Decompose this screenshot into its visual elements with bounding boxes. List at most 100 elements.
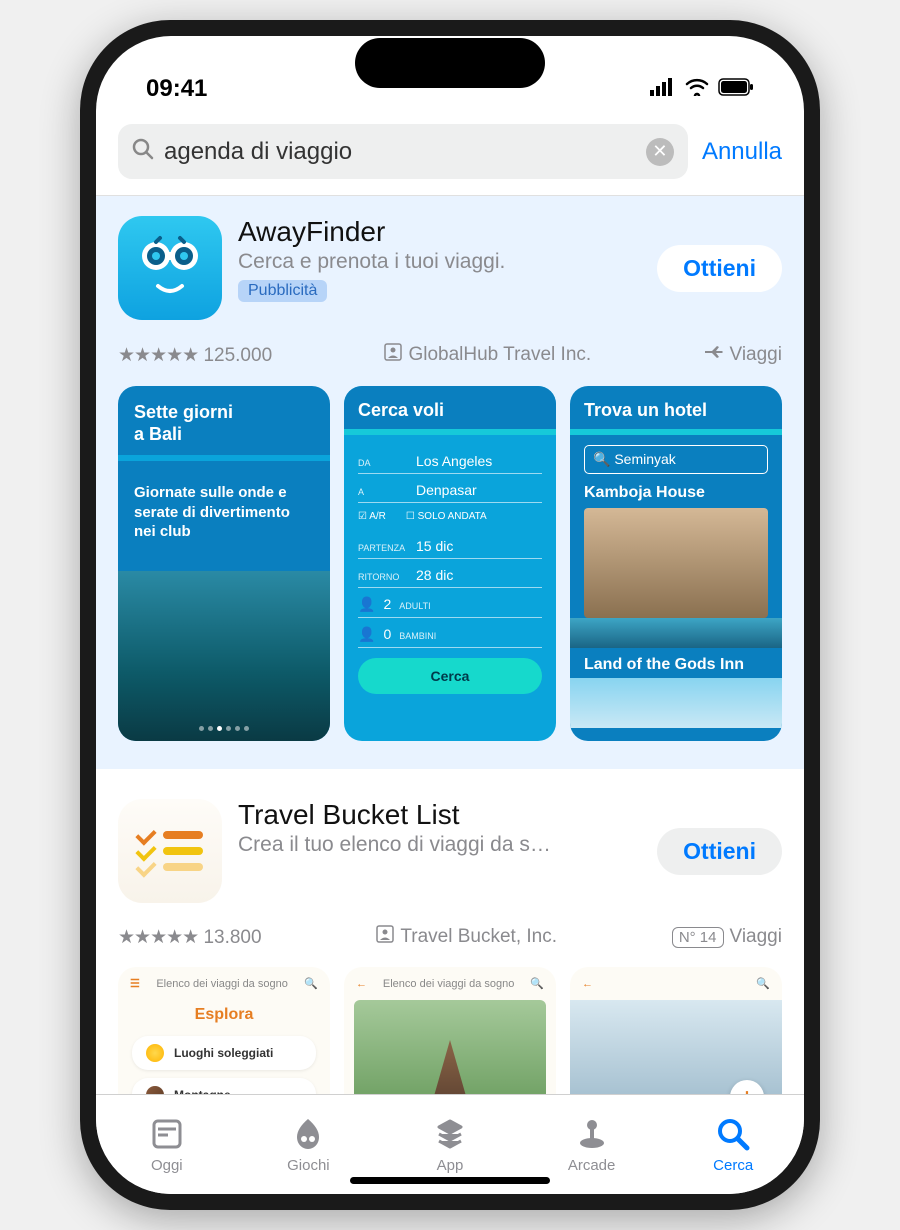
app-meta-2: Travel Bucket List Crea il tuo elenco di… (238, 799, 641, 857)
list-title: Elenco dei viaggi da sogno (156, 978, 287, 990)
list-title-2: Elenco dei viaggi da sogno (383, 978, 514, 990)
shot1-title-1: Sette giorni (134, 402, 233, 422)
screenshot-2-1[interactable]: ☰Elenco dei viaggi da sogno🔍 Esplora Luo… (118, 967, 330, 1094)
get-button-2[interactable]: Ottieni (657, 828, 782, 875)
shot3-header: Trova un hotel (570, 386, 782, 435)
search-icon: 🔍 (304, 977, 318, 990)
rating-count: 125.000 (203, 345, 272, 366)
phone-screen: 09:41 ✕ Annulla (96, 36, 804, 1194)
wifi-icon (684, 75, 710, 103)
kids-label: BAMBINI (399, 631, 436, 641)
status-icons (650, 75, 754, 103)
hotel-1-image (584, 508, 768, 618)
status-time: 09:41 (146, 75, 207, 103)
app-header-2: Travel Bucket List Crea il tuo elenco di… (118, 799, 782, 903)
app-meta-row-2: ★★★★★ 13.800 Travel Bucket, Inc. N° 14 V… (118, 925, 782, 949)
tab-label: Cerca (713, 1157, 753, 1174)
developer-name-2: Travel Bucket, Inc. (400, 926, 557, 948)
tab-today[interactable]: Oggi (96, 1095, 238, 1194)
developer-icon (384, 343, 402, 367)
results-content[interactable]: AwayFinder Cerca e prenota i tuoi viaggi… (96, 196, 804, 1094)
notch (355, 38, 545, 88)
from-label: DA (358, 458, 408, 468)
menu-icon: ☰ (130, 977, 140, 990)
search-icon (132, 138, 154, 165)
battery-icon (718, 75, 754, 103)
screenshot-2-2[interactable]: ←Elenco dei viaggi da sogno🔍 Hangzhou, C… (344, 967, 556, 1094)
hotel-2-image (570, 678, 782, 728)
developer-block-2: Travel Bucket, Inc. (376, 925, 557, 949)
app-icon-awayfinder[interactable] (118, 216, 222, 320)
shot1-desc: Giornate sulle onde e serate di divertim… (134, 483, 314, 542)
developer-block: GlobalHub Travel Inc. (384, 343, 591, 367)
star-icon: ★★★★★ (118, 927, 198, 948)
app-name-2: Travel Bucket List (238, 799, 641, 831)
ad-badge: Pubblicità (238, 280, 327, 302)
app-meta: AwayFinder Cerca e prenota i tuoi viaggi… (238, 216, 641, 302)
search-icon: 🔍 (530, 977, 544, 990)
oneway-check: ☐ SOLO ANDATA (406, 511, 487, 522)
clear-search-button[interactable]: ✕ (646, 138, 674, 166)
screenshot-2[interactable]: Cerca voli DALos Angeles ADenpasar ☑ A/R… (344, 386, 556, 741)
shot1-title-2: a Bali (134, 424, 182, 444)
ret-value: 28 dic (416, 567, 453, 583)
search-flights-button: Cerca (358, 658, 542, 694)
app-icon-travelbucket[interactable] (118, 799, 222, 903)
tab-label: App (437, 1157, 464, 1174)
star-icon: ★★★★★ (118, 345, 198, 366)
category-name-2: Viaggi (730, 926, 782, 948)
airplane-icon (704, 342, 724, 368)
tab-label: Giochi (287, 1157, 330, 1174)
search-field[interactable]: ✕ (118, 124, 688, 179)
back-icon: ← (356, 978, 367, 990)
adults-label: ADULTI (399, 601, 430, 611)
cellular-icon (650, 75, 676, 103)
from-value: Los Angeles (416, 453, 492, 469)
hotel-2-name: Land of the Gods Inn (584, 656, 768, 674)
app-subtitle-2: Crea il tuo elenco di viaggi da s… (238, 833, 641, 857)
rating-count-2: 13.800 (203, 927, 261, 948)
rating-block-2: ★★★★★ 13.800 (118, 926, 262, 949)
search-row: ✕ Annulla (96, 116, 804, 196)
to-label: A (358, 487, 408, 497)
home-indicator[interactable] (350, 1177, 550, 1184)
surf-image (118, 571, 330, 741)
add-button: + (730, 1080, 764, 1094)
to-value: Denpasar (416, 482, 477, 498)
tab-search[interactable]: Cerca (662, 1095, 804, 1194)
search-ad-result[interactable]: AwayFinder Cerca e prenota i tuoi viaggi… (96, 196, 804, 769)
person-icon: 👤 (358, 626, 375, 643)
page-dots (199, 726, 249, 731)
back-icon: ← (582, 978, 593, 990)
app-meta-row: ★★★★★ 125.000 GlobalHub Travel Inc. Vi (118, 342, 782, 368)
developer-icon (376, 925, 394, 949)
hotel-1-name: Kamboja House (584, 484, 768, 502)
screenshot-3[interactable]: Trova un hotel 🔍 Seminyak Kamboja House … (570, 386, 782, 741)
screenshot-1[interactable]: Sette giornia Bali Giornate sulle onde e… (118, 386, 330, 741)
category-name: Viaggi (730, 344, 782, 366)
phone-frame: 09:41 ✕ Annulla (80, 20, 820, 1210)
hotel-search: 🔍 Seminyak (584, 445, 768, 474)
rating-block: ★★★★★ 125.000 (118, 344, 272, 367)
search-input[interactable] (164, 138, 636, 166)
developer-name: GlobalHub Travel Inc. (408, 344, 591, 366)
search-icon: 🔍 (756, 977, 770, 990)
dep-value: 15 dic (416, 538, 453, 554)
app-subtitle: Cerca e prenota i tuoi viaggi. (238, 250, 641, 274)
rank-badge: N° 14 (672, 927, 724, 948)
shot2-header: Cerca voli (344, 386, 556, 435)
adults-count: 2 (383, 596, 391, 612)
screenshots-row-2[interactable]: ☰Elenco dei viaggi da sogno🔍 Esplora Luo… (118, 967, 782, 1094)
dep-label: PARTENZA (358, 543, 408, 553)
screenshots-row[interactable]: Sette giornia Bali Giornate sulle onde e… (118, 386, 782, 741)
category-block: Viaggi (704, 342, 782, 368)
tab-label: Arcade (568, 1157, 616, 1174)
person-icon: 👤 (358, 596, 375, 613)
get-button[interactable]: Ottieni (657, 245, 782, 292)
cancel-button[interactable]: Annulla (702, 138, 782, 166)
pagoda-image (354, 1000, 546, 1094)
tab-label: Oggi (151, 1157, 183, 1174)
app-name: AwayFinder (238, 216, 641, 248)
search-result-2[interactable]: Travel Bucket List Crea il tuo elenco di… (96, 769, 804, 1094)
screenshot-2-3[interactable]: ←🔍 + Aggiungi attività Hong Kong, Cina A… (570, 967, 782, 1094)
